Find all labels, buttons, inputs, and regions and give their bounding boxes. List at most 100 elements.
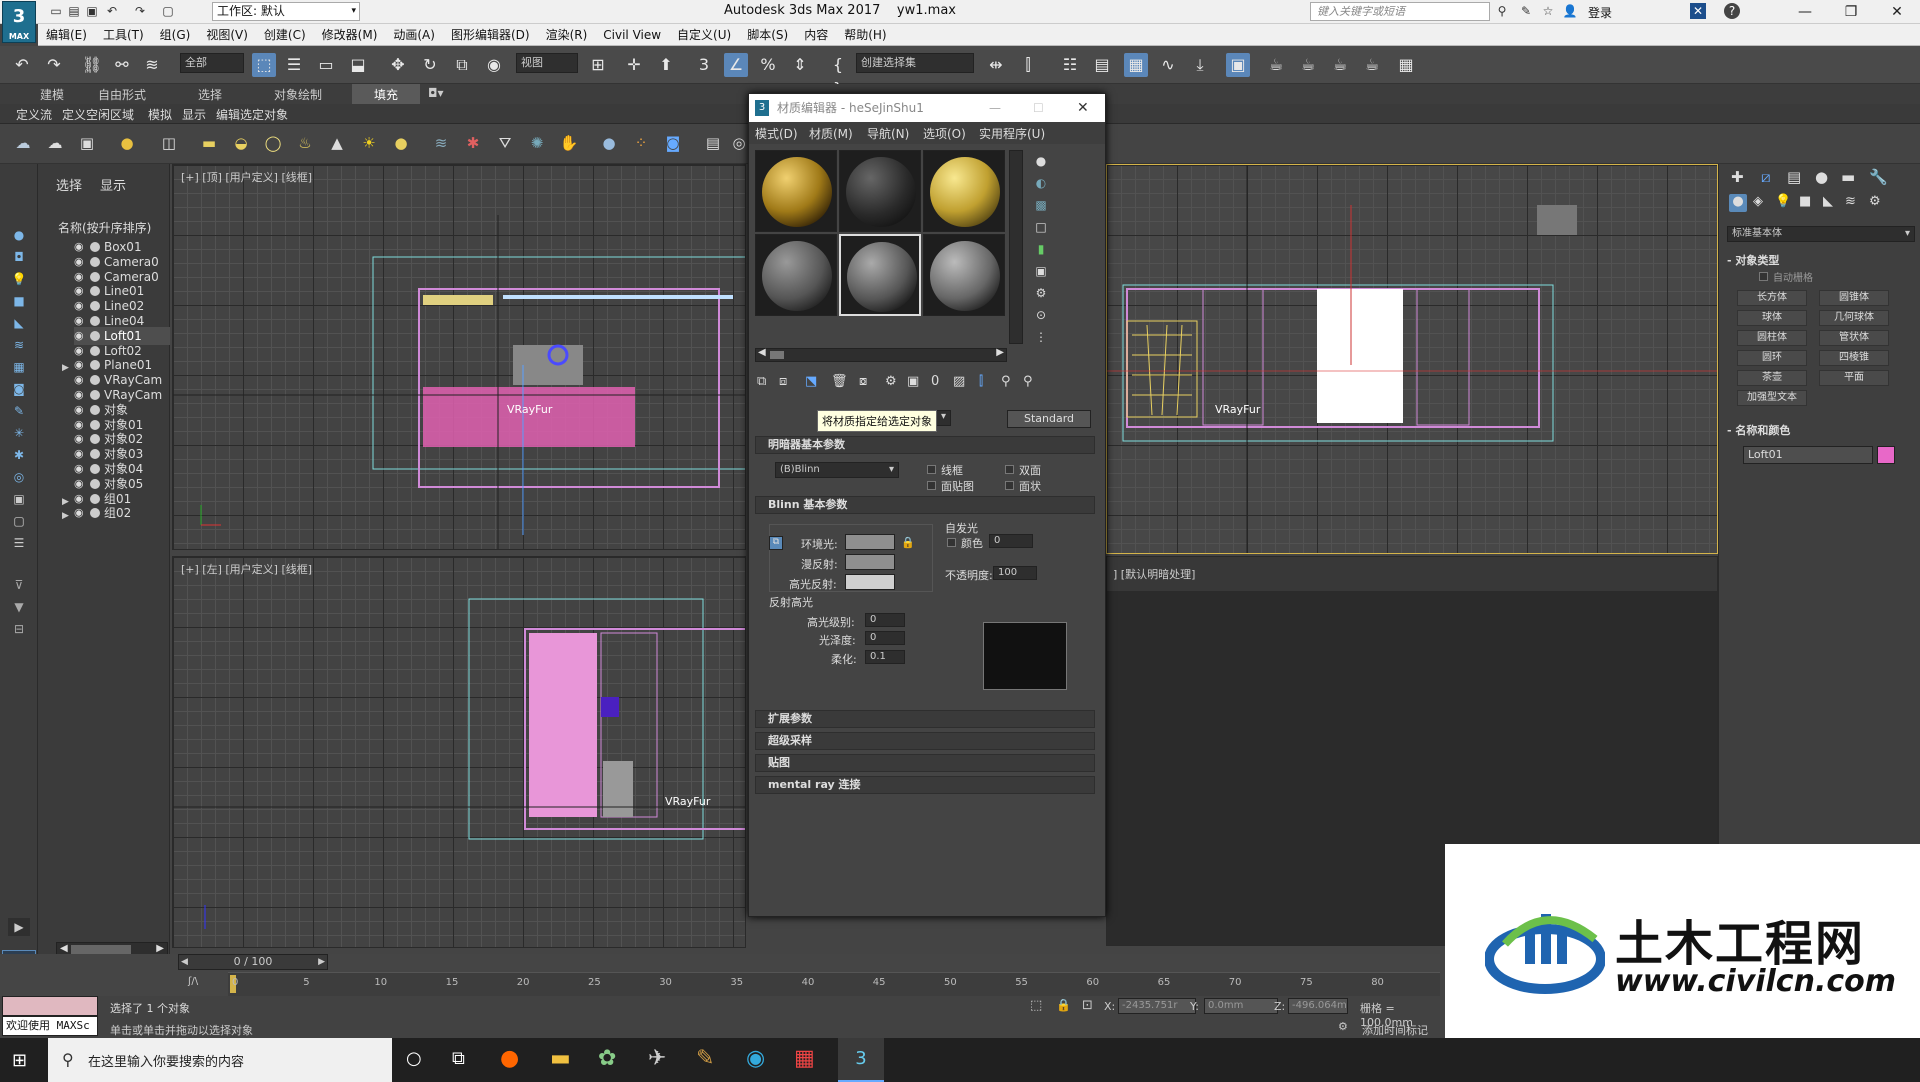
- schematic-view-icon[interactable]: ⤓: [1188, 53, 1212, 77]
- x-coordinate-field[interactable]: -2435.751r: [1118, 998, 1196, 1014]
- image-icon[interactable]: ▣: [76, 132, 98, 154]
- material-slot-3[interactable]: [923, 150, 1005, 232]
- put-to-library-icon[interactable]: ⚙: [885, 374, 897, 389]
- close-icon[interactable]: ✕: [1077, 94, 1089, 122]
- select-by-material-icon[interactable]: ⊙: [1031, 304, 1051, 326]
- rollout-mental-ray[interactable]: mental ray 连接: [755, 776, 1095, 794]
- uv-tiling-icon[interactable]: □: [1031, 216, 1051, 238]
- spinner-snap-icon[interactable]: ⇕: [788, 53, 812, 77]
- show-end-result-icon[interactable]: ⫿: [979, 374, 983, 389]
- favorites-icon[interactable]: ☆: [1540, 3, 1556, 19]
- two-sided-checkbox[interactable]: [1005, 465, 1014, 474]
- maximize-icon[interactable]: ☐: [1033, 94, 1044, 122]
- tab-object-paint[interactable]: 对象绘制: [274, 86, 322, 103]
- display-cameras-icon[interactable]: ■: [9, 292, 29, 310]
- save-icon[interactable]: ▣: [84, 3, 100, 19]
- undo-icon[interactable]: ↶: [10, 53, 34, 77]
- object-color-swatch[interactable]: [1877, 446, 1895, 464]
- menu-edit[interactable]: 编辑(E): [38, 24, 95, 46]
- display-tab-icon[interactable]: ▬: [1841, 168, 1855, 186]
- funnel-icon[interactable]: ▼: [9, 598, 29, 616]
- taskbar-search[interactable]: ⚲ 在这里输入你要搜索的内容: [48, 1038, 392, 1082]
- light-icon[interactable]: ●: [116, 132, 138, 154]
- a360-render-icon[interactable]: ▦: [1394, 53, 1418, 77]
- app-icon-4[interactable]: ▦: [794, 1046, 815, 1071]
- display-xrefs-icon[interactable]: ◙: [9, 380, 29, 398]
- link-icon[interactable]: ⛓: [80, 53, 104, 77]
- rollout-supersampling[interactable]: 超级采样: [755, 732, 1095, 750]
- delete-icon[interactable]: 🗑: [831, 374, 848, 389]
- menu-modes[interactable]: 模式(D): [755, 125, 798, 142]
- put-to-scene-icon[interactable]: ⧈: [779, 374, 787, 389]
- sync-icon[interactable]: ⊟: [9, 620, 29, 638]
- time-slider[interactable]: ◀ 0 / 100 ▶: [178, 954, 328, 970]
- scroll-thumb[interactable]: [770, 351, 784, 359]
- pyramid-button[interactable]: 四棱锥: [1819, 350, 1889, 366]
- tab-populate[interactable]: 填充: [352, 84, 421, 105]
- tab-selection[interactable]: 选择: [198, 86, 222, 103]
- face-map-checkbox[interactable]: [927, 481, 936, 490]
- menu-graph-editors[interactable]: 图形编辑器(D): [443, 24, 538, 46]
- open-file-icon[interactable]: ▤: [66, 3, 82, 19]
- dome-icon[interactable]: ◒: [230, 132, 252, 154]
- opacity-spinner[interactable]: 100: [993, 566, 1037, 580]
- time-tag-icon[interactable]: ⚙: [1338, 1020, 1348, 1033]
- display-all-icon[interactable]: ✱: [9, 446, 29, 464]
- spacewarps-icon[interactable]: ≋: [1845, 194, 1856, 209]
- filter-icon[interactable]: ⊽: [9, 576, 29, 594]
- hierarchy-tab-icon[interactable]: ▤: [1787, 168, 1801, 186]
- display-bones-icon[interactable]: ✎: [9, 402, 29, 420]
- glossiness-spinner[interactable]: 0: [865, 631, 905, 645]
- app-icon-2[interactable]: ✈: [648, 1046, 666, 1071]
- material-map-navigator-icon[interactable]: ⋮: [1031, 326, 1051, 348]
- user-icon[interactable]: 👤: [1562, 3, 1578, 19]
- menu-rendering[interactable]: 渲染(R): [538, 24, 596, 46]
- geometry-icon[interactable]: ●: [1729, 194, 1747, 212]
- teapot-icon[interactable]: ♨: [294, 132, 316, 154]
- restore-icon[interactable]: ❐: [1828, 0, 1874, 24]
- scene-explorer-icon[interactable]: ▦: [1124, 53, 1148, 77]
- search-input[interactable]: 键入关键字或短语: [1310, 2, 1490, 21]
- tab-select[interactable]: 选择: [56, 175, 82, 194]
- go-forward-icon[interactable]: ⚲: [1023, 374, 1033, 389]
- isolate-selection-icon[interactable]: ⬚: [1030, 998, 1042, 1013]
- material-id-icon[interactable]: ▣: [907, 374, 919, 389]
- menu-modifiers[interactable]: 修改器(M): [314, 24, 386, 46]
- fur-icon[interactable]: ✱: [462, 132, 484, 154]
- sphere-button[interactable]: 球体: [1737, 310, 1807, 326]
- track-bar[interactable]: 0 5 10 15 20 25 30 35 40 45 50 55 60 65 70 75 80: [228, 972, 1440, 996]
- render-setup-icon[interactable]: ☕: [1264, 53, 1288, 77]
- minimize-icon[interactable]: —: [989, 94, 1001, 122]
- get-material-icon[interactable]: ⧉: [757, 374, 766, 389]
- modify-tab-icon[interactable]: ⧄: [1761, 168, 1771, 186]
- define-flows-button[interactable]: 定义流: [16, 106, 52, 123]
- menu-customize[interactable]: 自定义(U): [669, 24, 739, 46]
- self-illum-spinner[interactable]: 0: [989, 534, 1033, 548]
- helpers-icon[interactable]: ◣: [1823, 194, 1833, 209]
- angle-snap-icon[interactable]: ∠: [724, 53, 748, 77]
- material-slot-5[interactable]: [839, 234, 921, 316]
- column-header[interactable]: 名称(按升序排序): [58, 219, 151, 236]
- move-icon[interactable]: ✥: [386, 53, 410, 77]
- go-to-parent-icon[interactable]: ⚲: [1001, 374, 1011, 389]
- app-logo[interactable]: 3 MAX: [2, 1, 36, 43]
- curve-editor-icon[interactable]: ∿: [1156, 53, 1180, 77]
- backlight-icon[interactable]: ◐: [1031, 172, 1051, 194]
- selection-lock-icon[interactable]: 🔒: [1056, 998, 1071, 1012]
- place-icon[interactable]: ◉: [482, 53, 506, 77]
- curve-toggle-icon[interactable]: ʃ/\: [188, 976, 198, 987]
- menu-content[interactable]: 内容: [796, 24, 836, 46]
- motion-tab-icon[interactable]: ●: [1815, 168, 1828, 186]
- options-icon[interactable]: ⚙: [1031, 282, 1051, 304]
- faceted-checkbox[interactable]: [1005, 481, 1014, 490]
- visibility-eye-icon[interactable]: ◉: [74, 504, 88, 522]
- undo-icon[interactable]: ↶: [104, 3, 120, 19]
- tube-button[interactable]: 管状体: [1819, 330, 1889, 346]
- wire-checkbox[interactable]: [927, 465, 936, 474]
- hair-icon[interactable]: ≋: [430, 132, 452, 154]
- tab-display[interactable]: 显示: [100, 175, 126, 194]
- menu-scripting[interactable]: 脚本(S): [739, 24, 796, 46]
- display-lights-icon[interactable]: 💡: [9, 270, 29, 288]
- y-coordinate-field[interactable]: 0.0mm: [1204, 998, 1278, 1014]
- unlink-icon[interactable]: ⚯: [110, 53, 134, 77]
